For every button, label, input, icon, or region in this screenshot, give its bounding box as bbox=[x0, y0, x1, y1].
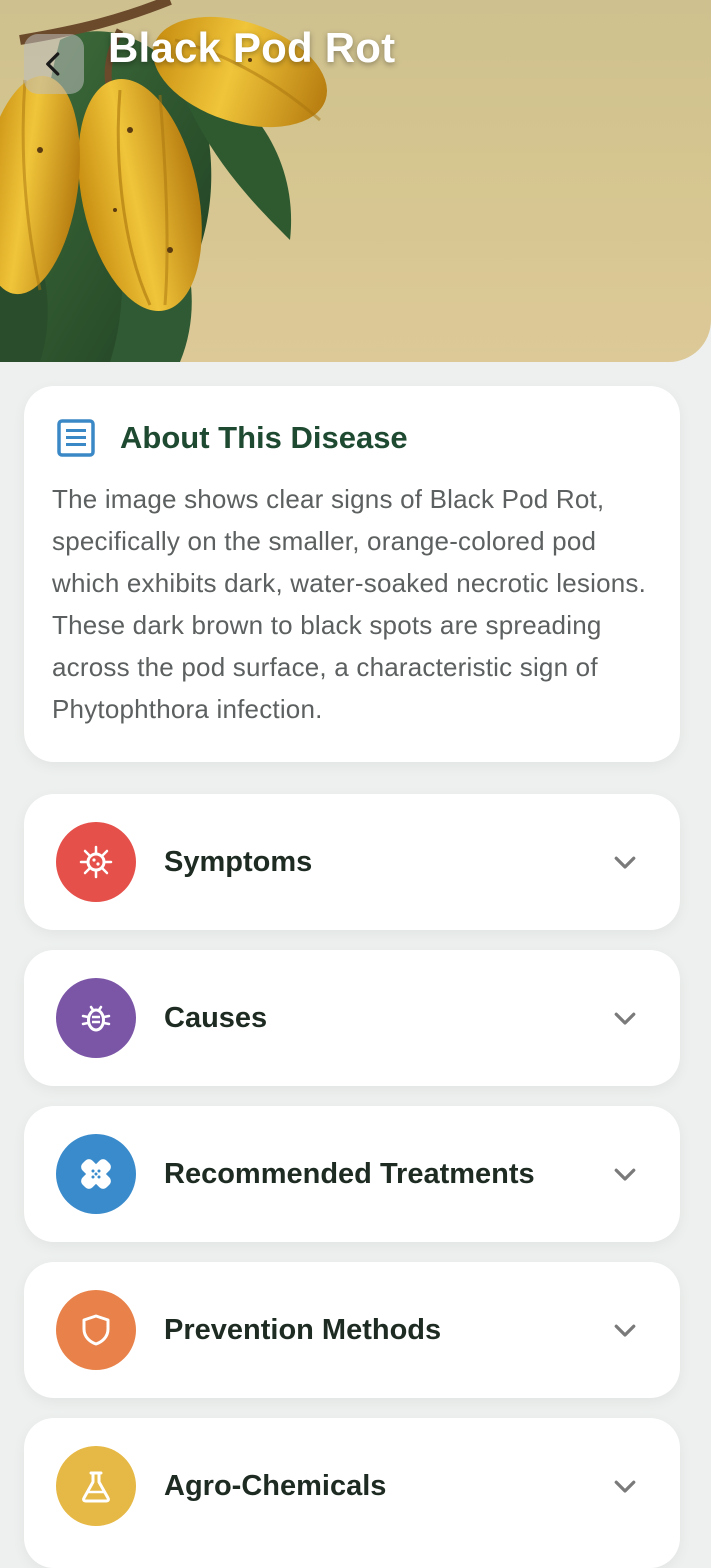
flask-icon bbox=[82, 1471, 110, 1503]
treatments-icon-badge bbox=[56, 1134, 136, 1214]
prevention-section[interactable]: Prevention Methods bbox=[24, 1262, 680, 1398]
about-header: About This Disease bbox=[52, 416, 652, 460]
about-title: About This Disease bbox=[120, 420, 408, 455]
agro-chemicals-icon-badge bbox=[56, 1446, 136, 1526]
chevron-down-icon[interactable] bbox=[610, 847, 640, 877]
virus-icon bbox=[79, 845, 113, 879]
symptoms-label: Symptoms bbox=[164, 845, 313, 878]
chevron-down-icon[interactable] bbox=[610, 1159, 640, 1189]
document-icon bbox=[57, 419, 95, 457]
symptoms-section[interactable]: Symptoms bbox=[24, 794, 680, 930]
prevention-icon-badge bbox=[56, 1290, 136, 1370]
bug-icon bbox=[81, 1005, 111, 1032]
causes-label: Causes bbox=[164, 1001, 268, 1034]
prevention-label: Prevention Methods bbox=[164, 1313, 442, 1346]
chevron-down-icon[interactable] bbox=[610, 1471, 640, 1501]
causes-icon-badge bbox=[56, 978, 136, 1058]
chevron-down-icon[interactable] bbox=[610, 1315, 640, 1345]
agro-chemicals-label: Agro-Chemicals bbox=[164, 1470, 387, 1502]
chevron-left-icon bbox=[46, 52, 60, 76]
page-title: Black Pod Rot bbox=[108, 24, 396, 71]
symptoms-icon-badge bbox=[56, 822, 136, 902]
shield-icon bbox=[82, 1314, 110, 1346]
chevron-down-icon[interactable] bbox=[610, 1003, 640, 1033]
bandage-icon bbox=[81, 1159, 111, 1189]
treatments-section[interactable]: Recommended Treatments bbox=[24, 1106, 680, 1242]
agro-chemicals-section[interactable]: Agro-Chemicals bbox=[24, 1418, 680, 1568]
back-button[interactable] bbox=[24, 34, 84, 94]
treatments-label: Recommended Treatments bbox=[164, 1157, 535, 1190]
about-description: The image shows clear signs of Black Pod… bbox=[52, 484, 647, 724]
causes-section[interactable]: Causes bbox=[24, 950, 680, 1086]
about-card: About This Disease The image shows clear… bbox=[24, 386, 680, 762]
